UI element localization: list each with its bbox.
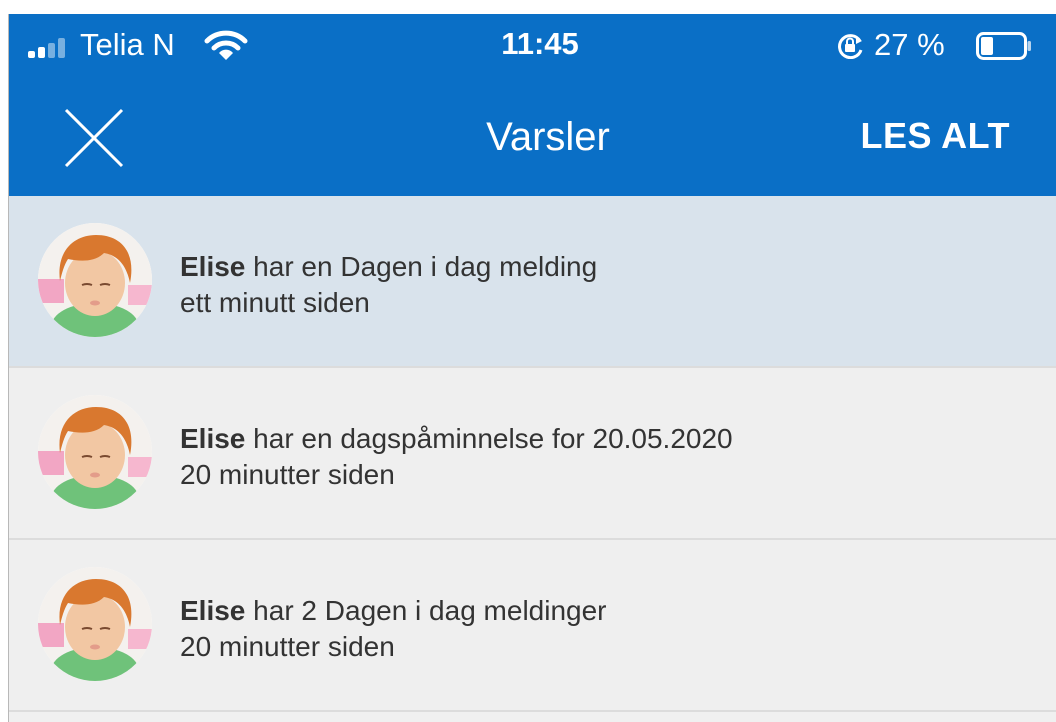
status-bar: Telia N 11:45 27 % [8, 14, 1056, 76]
notification-time: ett minutt siden [180, 287, 370, 318]
notification-message: Elise har 2 Dagen i dag meldinger [180, 593, 607, 629]
avatar [38, 567, 152, 681]
notification-text: Elise har 2 Dagen i dag meldinger 20 min… [180, 593, 607, 665]
notification-list: Elise har en Dagen i dag melding ett min… [8, 196, 1056, 712]
notification-sender: Elise [180, 423, 246, 454]
page-title: Varsler [486, 115, 610, 159]
wifi-icon [204, 30, 248, 60]
notification-text: Elise har en dagspåminnelse for 20.05.20… [180, 421, 733, 493]
read-all-button[interactable]: LES ALT [861, 114, 1011, 158]
battery-percentage: 27 % [874, 27, 945, 62]
rotation-lock-icon [838, 34, 863, 59]
app-screen: Telia N 11:45 27 % Varsler LES ALT Elise… [8, 14, 1056, 722]
notification-sender: Elise [180, 251, 246, 282]
notification-message: Elise har en Dagen i dag melding [180, 249, 597, 285]
child-photo-icon [38, 395, 152, 509]
notification-text: Elise har en Dagen i dag melding ett min… [180, 249, 597, 321]
notification-time: 20 minutter siden [180, 459, 395, 490]
close-icon[interactable] [58, 102, 130, 174]
navigation-bar: Varsler LES ALT [8, 76, 1056, 196]
notification-sender: Elise [180, 595, 246, 626]
battery-icon [976, 32, 1031, 60]
notification-item[interactable]: Elise har en Dagen i dag melding ett min… [8, 196, 1056, 368]
notification-message: Elise har en dagspåminnelse for 20.05.20… [180, 421, 733, 457]
notification-body: har 2 Dagen i dag meldinger [245, 595, 607, 626]
notification-body: har en Dagen i dag melding [245, 251, 598, 282]
screenshot-border [8, 14, 9, 722]
child-photo-icon [38, 567, 152, 681]
notification-item[interactable]: Elise har 2 Dagen i dag meldinger 20 min… [8, 540, 1056, 712]
avatar [38, 395, 152, 509]
notification-body: har en dagspåminnelse for 20.05.2020 [245, 423, 733, 454]
carrier-name: Telia N [80, 27, 175, 62]
notification-time: 20 minutter siden [180, 631, 395, 662]
child-photo-icon [38, 223, 152, 337]
status-time: 11:45 [501, 26, 579, 61]
avatar [38, 223, 152, 337]
signal-icon [28, 36, 74, 58]
notification-item[interactable]: Elise har en dagspåminnelse for 20.05.20… [8, 368, 1056, 540]
